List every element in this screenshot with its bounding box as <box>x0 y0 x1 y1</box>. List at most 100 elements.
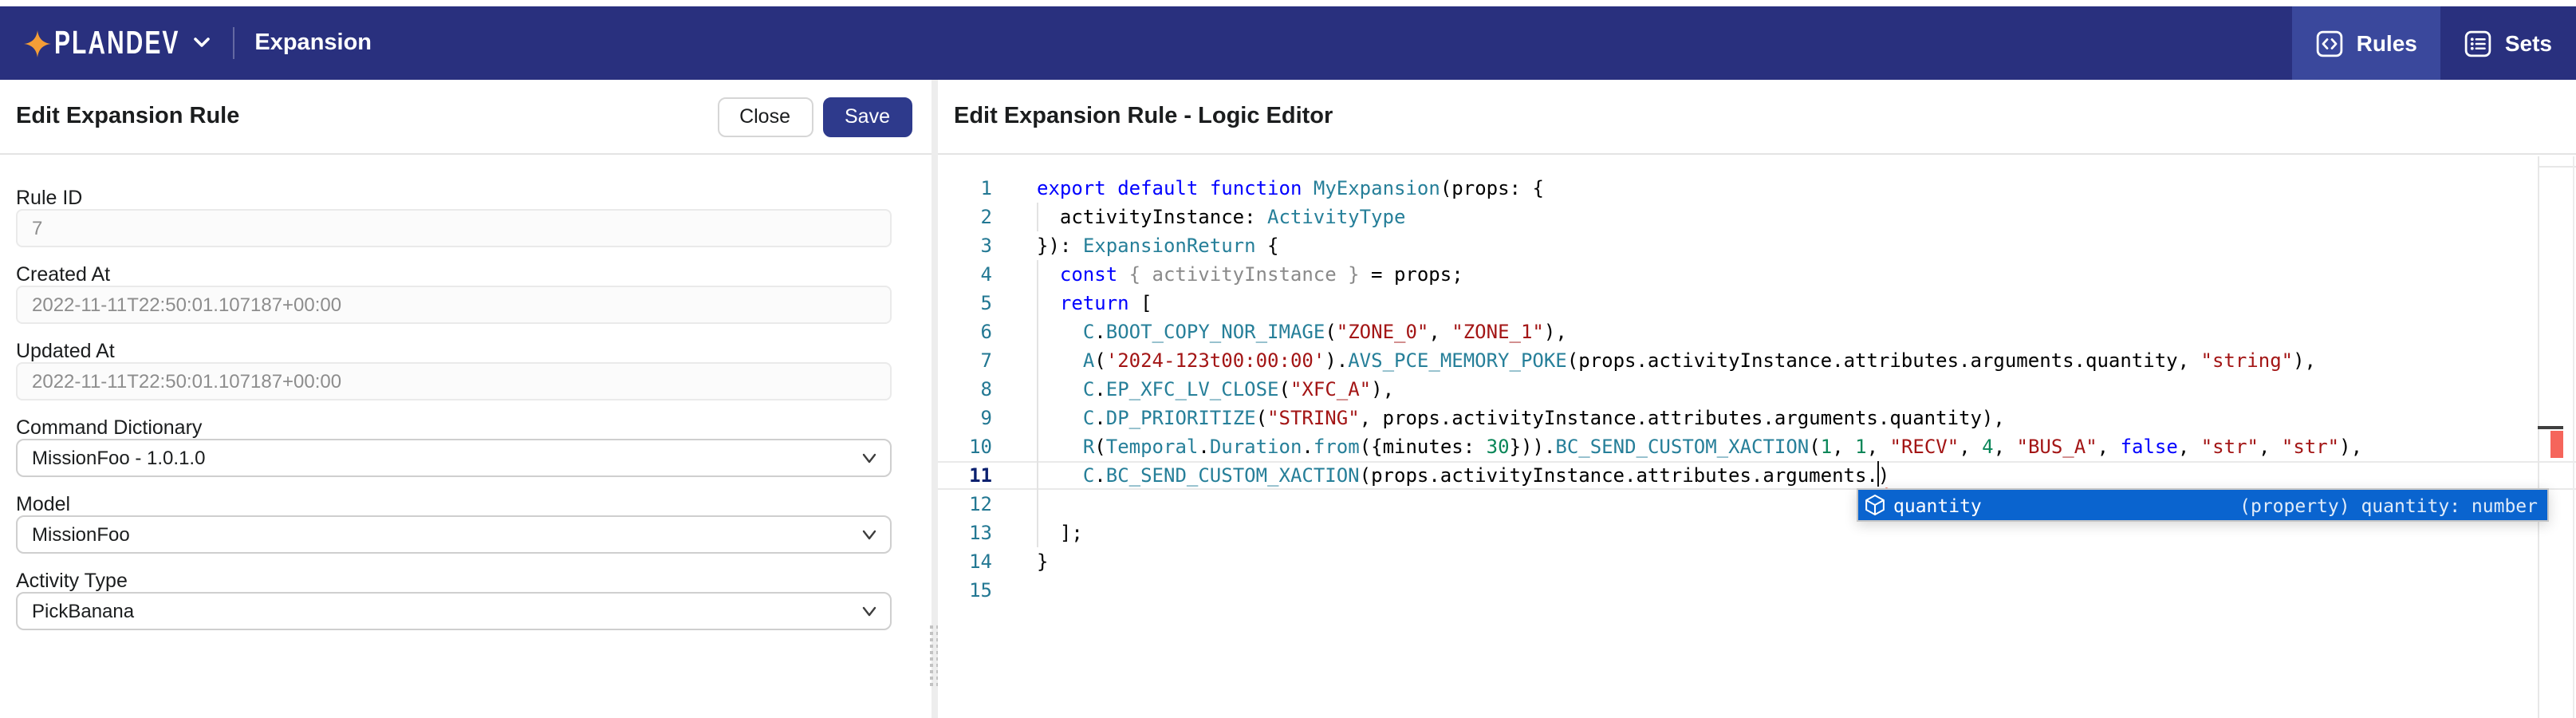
code-line[interactable]: 10 R(Temporal.Duration.from({minutes: 30… <box>938 432 2576 461</box>
overview-ruler-border <box>2538 156 2539 718</box>
code-text: }): ExpansionReturn { <box>1037 231 1278 260</box>
line-number: 2 <box>938 203 992 231</box>
code-line[interactable]: 3}): ExpansionReturn { <box>938 231 2576 260</box>
chevron-down-icon <box>861 452 877 466</box>
indent-guide <box>1037 203 1038 231</box>
line-number: 4 <box>938 260 992 289</box>
indent-guide <box>1037 346 1038 375</box>
rule-id-label: Rule ID <box>16 187 892 209</box>
code-line[interactable]: 4 const { activityInstance } = props; <box>938 260 2576 289</box>
model-field: Model MissionFoo <box>16 493 892 554</box>
line-number: 14 <box>938 547 992 576</box>
activity-type-label: Activity Type <box>16 570 892 592</box>
line-number: 11 <box>938 461 992 490</box>
command-dictionary-label: Command Dictionary <box>16 416 892 439</box>
close-button[interactable]: Close <box>717 97 813 136</box>
indent-guide <box>1037 461 1038 490</box>
code-text: activityInstance: ActivityType <box>1037 203 1405 231</box>
rules-icon <box>2317 30 2344 57</box>
sets-icon <box>2465 30 2492 57</box>
chevron-down-icon <box>861 605 877 619</box>
code-lines: 1 export default function MyExpansion(pro… <box>938 156 2576 605</box>
code-line[interactable]: 9 C.DP_PRIORITIZE("STRING", props.activi… <box>938 404 2576 432</box>
indent-guide <box>1037 289 1038 318</box>
panel-resize-divider[interactable] <box>932 80 938 718</box>
code-line[interactable]: 13 ]; <box>938 519 2576 547</box>
edit-rule-panel: Edit Expansion Rule Close Save Rule ID C… <box>0 80 932 718</box>
activity-type-value: PickBanana <box>32 600 134 622</box>
right-panel-title: Edit Expansion Rule - Logic Editor <box>954 104 1333 129</box>
line-number: 6 <box>938 318 992 346</box>
logic-editor-panel: Edit Expansion Rule - Logic Editor 1 expo… <box>938 80 2576 718</box>
code-text: C.DP_PRIORITIZE("STRING", props.activity… <box>1037 404 2005 432</box>
updated-at-field: Updated At <box>16 340 892 400</box>
line-number: 9 <box>938 404 992 432</box>
code-line[interactable]: 14} <box>938 547 2576 576</box>
code-text: R(Temporal.Duration.from({minutes: 30}))… <box>1037 432 2362 461</box>
code-text: const { activityInstance } = props; <box>1037 260 1463 289</box>
indent-guide <box>1037 260 1038 289</box>
property-icon <box>1863 493 1887 517</box>
overview-error-marker <box>2550 431 2563 458</box>
code-text: return [ <box>1037 289 1152 318</box>
logo-sparkle-icon <box>24 30 51 57</box>
updated-at-label: Updated At <box>16 340 892 362</box>
autocomplete-popup: quantity (property) quantity: number <box>1857 488 2549 522</box>
created-at-input <box>16 286 892 324</box>
indent-guide <box>1037 318 1038 346</box>
line-number: 5 <box>938 289 992 318</box>
model-select[interactable]: MissionFoo <box>16 515 892 554</box>
code-text: C.BC_SEND_CUSTOM_XACTION(props.activityI… <box>1037 461 1889 490</box>
code-text: C.BOOT_COPY_NOR_IMAGE("ZONE_0", "ZONE_1"… <box>1037 318 1567 346</box>
indent-guide <box>1037 432 1038 461</box>
code-text: export default function MyExpansion(prop… <box>1037 174 1544 203</box>
chevron-down-icon[interactable] <box>192 37 210 49</box>
code-text: } <box>1037 547 1048 576</box>
code-line[interactable]: 1 export default function MyExpansion(pro… <box>938 174 2576 203</box>
model-label: Model <box>16 493 892 515</box>
logo-text: PLANDEV <box>54 25 179 61</box>
indent-guide <box>1037 404 1038 432</box>
code-line[interactable]: 8 C.EP_XFC_LV_CLOSE("XFC_A"), <box>938 375 2576 404</box>
line-number: 13 <box>938 519 992 547</box>
activity-type-select[interactable]: PickBanana <box>16 592 892 630</box>
line-number: 1 <box>938 174 992 203</box>
updated-at-input <box>16 362 892 400</box>
nav-item-label: Rules <box>2357 30 2417 56</box>
indent-guide <box>1037 490 1038 519</box>
code-text: C.EP_XFC_LV_CLOSE("XFC_A"), <box>1037 375 1394 404</box>
indent-guide <box>1037 519 1038 547</box>
code-line[interactable]: 6 C.BOOT_COPY_NOR_IMAGE("ZONE_0", "ZONE_… <box>938 318 2576 346</box>
code-line[interactable]: 2 activityInstance: ActivityType <box>938 203 2576 231</box>
rule-id-field: Rule ID <box>16 187 892 247</box>
nav-item-rules[interactable]: Rules <box>2293 6 2441 80</box>
command-dictionary-select[interactable]: MissionFoo - 1.0.1.0 <box>16 439 892 477</box>
autocomplete-suggestion[interactable]: quantity (property) quantity: number <box>1858 490 2547 520</box>
save-button[interactable]: Save <box>822 97 912 136</box>
left-panel-title: Edit Expansion Rule <box>16 104 239 129</box>
line-number: 8 <box>938 375 992 404</box>
code-text: ]; <box>1037 519 1083 547</box>
suggestion-label: quantity <box>1893 494 1982 516</box>
rule-id-input <box>16 209 892 247</box>
command-dictionary-field: Command Dictionary MissionFoo - 1.0.1.0 <box>16 416 892 477</box>
indent-guide <box>1037 375 1038 404</box>
created-at-label: Created At <box>16 263 892 286</box>
nav-item-label: Sets <box>2505 30 2552 56</box>
code-line[interactable]: 11 C.BC_SEND_CUSTOM_XACTION(props.activi… <box>938 461 2576 490</box>
activity-type-field: Activity Type PickBanana <box>16 570 892 630</box>
code-line[interactable]: 15 <box>938 576 2576 605</box>
line-number: 7 <box>938 346 992 375</box>
model-value: MissionFoo <box>32 523 130 546</box>
nav-item-sets[interactable]: Sets <box>2441 6 2576 80</box>
code-line[interactable]: 7 A('2024-123t00:00:00').AVS_PCE_MEMORY_… <box>938 346 2576 375</box>
code-editor[interactable]: 1 export default function MyExpansion(pro… <box>938 156 2576 718</box>
created-at-field: Created At <box>16 263 892 324</box>
app-logo[interactable]: PLANDEV <box>24 30 210 57</box>
line-number: 10 <box>938 432 992 461</box>
suggestion-detail: (property) quantity: number <box>2239 494 2538 516</box>
line-number: 15 <box>938 576 992 605</box>
code-line[interactable]: 5 return [ <box>938 289 2576 318</box>
command-dictionary-value: MissionFoo - 1.0.1.0 <box>32 447 205 469</box>
page-title: Expansion <box>254 30 372 56</box>
